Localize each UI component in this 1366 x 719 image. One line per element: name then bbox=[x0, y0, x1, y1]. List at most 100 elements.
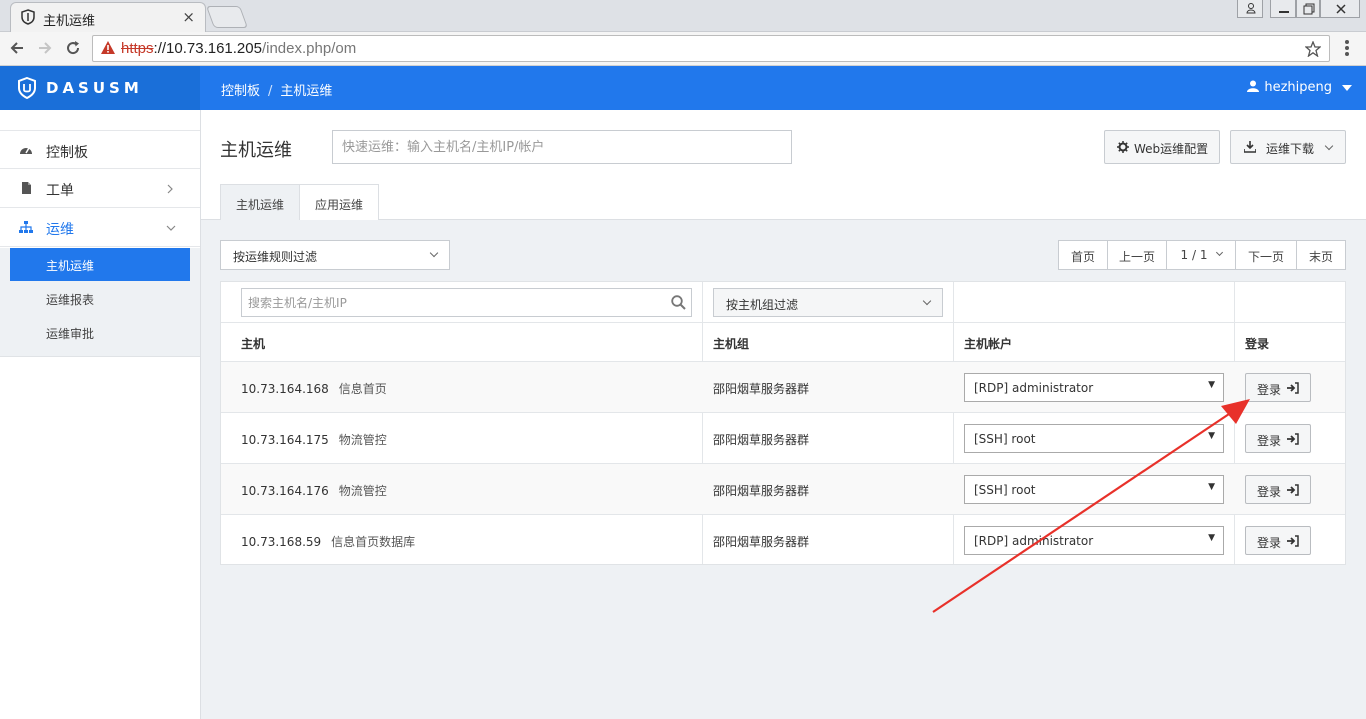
host-ip: 10.73.164.175 bbox=[241, 433, 329, 447]
triangle-down-icon: ▼ bbox=[1208, 533, 1215, 543]
login-button[interactable]: 登录 bbox=[1245, 526, 1311, 555]
chevron-down-icon bbox=[922, 296, 932, 306]
host-ip: 10.73.164.176 bbox=[241, 484, 329, 498]
host-group: 邵阳烟草服务器群 bbox=[713, 382, 810, 396]
breadcrumb: 控制板 / 主机运维 bbox=[221, 80, 332, 99]
ops-download-button[interactable]: 运维下载 bbox=[1230, 130, 1346, 164]
user-icon bbox=[1247, 80, 1260, 92]
tab-host-ops[interactable]: 主机运维 bbox=[220, 184, 300, 220]
page-title: 主机运维 bbox=[220, 140, 292, 161]
sign-in-icon bbox=[1287, 382, 1299, 394]
tab-title: 主机运维 bbox=[43, 14, 96, 29]
sidebar-item-label: 控制板 bbox=[46, 145, 88, 161]
host-cell: 10.73.168.59 信息首页数据库 bbox=[241, 533, 415, 550]
star-icon[interactable] bbox=[1305, 41, 1321, 57]
login-button[interactable]: 登录 bbox=[1245, 475, 1311, 504]
host-name: 物流管控 bbox=[338, 433, 387, 447]
sign-in-icon bbox=[1287, 535, 1299, 547]
table-row: 10.73.168.59 信息首页数据库 邵阳烟草服务器群 [RDP] admin… bbox=[221, 515, 1345, 566]
rule-filter-select[interactable]: 按运维规则过滤 bbox=[220, 240, 450, 270]
pager-next[interactable]: 下一页 bbox=[1235, 240, 1297, 270]
host-name: 物流管控 bbox=[338, 484, 387, 498]
arrow-left-icon bbox=[10, 42, 23, 54]
row-divider bbox=[221, 322, 1345, 323]
pager-prev[interactable]: 上一页 bbox=[1107, 240, 1167, 270]
ops-submenu: 主机运维 运维报表 运维审批 bbox=[0, 248, 200, 357]
host-group-filter[interactable]: 按主机组过滤 bbox=[713, 288, 943, 317]
pager-first[interactable]: 首页 bbox=[1058, 240, 1108, 270]
header-host-group: 主机组 bbox=[713, 337, 750, 351]
pager-page-select[interactable]: 1 / 1 bbox=[1166, 240, 1236, 270]
table-row: 10.73.164.176 物流管控 邵阳烟草服务器群 [SSH] root ▼ 登… bbox=[221, 464, 1345, 515]
sidebar-item-dashboard[interactable]: 控制板 bbox=[0, 130, 200, 169]
account-select[interactable]: [RDP] administrator ▼ bbox=[964, 526, 1224, 555]
browser-tab[interactable]: 主机运维 × bbox=[10, 2, 206, 32]
brand[interactable]: DASUSM bbox=[0, 66, 200, 110]
window-close-button[interactable] bbox=[1320, 0, 1360, 18]
login-button[interactable]: 登录 bbox=[1245, 424, 1311, 453]
host-group: 邵阳烟草服务器群 bbox=[713, 484, 810, 498]
sidebar-subitem-host-ops[interactable]: 主机运维 bbox=[10, 248, 190, 281]
shield-logo-icon bbox=[18, 77, 36, 99]
profile-button[interactable] bbox=[1237, 0, 1263, 18]
person-icon bbox=[1246, 3, 1256, 14]
header-host-account: 主机帐户 bbox=[964, 337, 1013, 351]
new-tab-button[interactable] bbox=[205, 6, 249, 28]
sign-in-icon bbox=[1287, 484, 1299, 496]
chevron-down-icon bbox=[166, 225, 176, 231]
quick-ops-input[interactable] bbox=[332, 130, 792, 164]
forward-button[interactable] bbox=[33, 36, 57, 60]
host-cell: 10.73.164.168 信息首页 bbox=[241, 380, 387, 397]
sign-in-icon bbox=[1287, 433, 1299, 445]
sidebar-item-label: 工单 bbox=[46, 183, 74, 199]
triangle-down-icon: ▼ bbox=[1208, 380, 1215, 390]
login-button[interactable]: 登录 bbox=[1245, 373, 1311, 402]
document-icon bbox=[22, 182, 31, 194]
chevron-right-icon bbox=[167, 184, 173, 194]
sidebar-item-ops[interactable]: 运维 bbox=[0, 208, 200, 247]
triangle-down-icon: ▼ bbox=[1208, 431, 1215, 441]
user-menu[interactable]: hezhipeng bbox=[1247, 80, 1352, 95]
host-cell: 10.73.164.175 物流管控 bbox=[241, 431, 387, 448]
breadcrumb-current: 主机运维 bbox=[280, 84, 333, 99]
host-ip: 10.73.164.168 bbox=[241, 382, 329, 396]
restore-button[interactable] bbox=[1296, 0, 1320, 18]
sidebar-item-label: 运维 bbox=[46, 222, 74, 238]
browser-toolbar: https://10.73.161.205/index.php/om bbox=[0, 32, 1366, 66]
host-search-input[interactable] bbox=[241, 288, 692, 317]
warning-icon bbox=[101, 41, 115, 54]
host-cell: 10.73.164.176 物流管控 bbox=[241, 482, 387, 499]
main-header: 主机运维 Web运维配置 运维下载 主机运维 应用运维 bbox=[201, 110, 1366, 220]
minimize-icon bbox=[1279, 11, 1289, 13]
arrow-right-icon bbox=[39, 42, 52, 54]
address-bar[interactable]: https://10.73.161.205/index.php/om bbox=[92, 35, 1330, 62]
account-select[interactable]: [SSH] root ▼ bbox=[964, 475, 1224, 504]
url-text: https://10.73.161.205/index.php/om bbox=[121, 40, 357, 57]
sidebar: 控制板 工单 运维 主机运维 运维报表 运维审批 bbox=[0, 110, 201, 719]
chevron-down-icon bbox=[429, 248, 439, 258]
triangle-down-icon: ▼ bbox=[1208, 482, 1215, 492]
minimize-button[interactable] bbox=[1270, 0, 1296, 18]
header-host: 主机 bbox=[241, 337, 266, 351]
gear-icon bbox=[1117, 141, 1129, 153]
table-row: 10.73.164.168 信息首页 邵阳烟草服务器群 [RDP] adminis… bbox=[221, 362, 1345, 413]
account-select[interactable]: [SSH] root ▼ bbox=[964, 424, 1224, 453]
pager-last[interactable]: 末页 bbox=[1296, 240, 1346, 270]
browser-menu-icon[interactable] bbox=[1340, 38, 1354, 60]
dashboard-icon bbox=[20, 147, 32, 154]
close-icon[interactable]: × bbox=[182, 8, 195, 26]
back-button[interactable] bbox=[5, 36, 29, 60]
sidebar-item-orders[interactable]: 工单 bbox=[0, 169, 200, 208]
search-icon[interactable] bbox=[671, 295, 686, 310]
account-select[interactable]: [RDP] administrator ▼ bbox=[964, 373, 1224, 402]
web-config-button[interactable]: Web运维配置 bbox=[1104, 130, 1220, 164]
reload-icon bbox=[67, 41, 80, 55]
breadcrumb-separator: / bbox=[268, 84, 273, 99]
sidebar-subitem-ops-approval[interactable]: 运维审批 bbox=[10, 316, 190, 349]
host-ip: 10.73.168.59 bbox=[241, 535, 322, 549]
breadcrumb-dashboard[interactable]: 控制板 bbox=[221, 84, 260, 99]
restore-icon bbox=[1303, 3, 1315, 15]
sidebar-subitem-ops-report[interactable]: 运维报表 bbox=[10, 282, 190, 315]
tab-app-ops[interactable]: 应用运维 bbox=[299, 184, 379, 220]
reload-button[interactable] bbox=[61, 36, 85, 60]
